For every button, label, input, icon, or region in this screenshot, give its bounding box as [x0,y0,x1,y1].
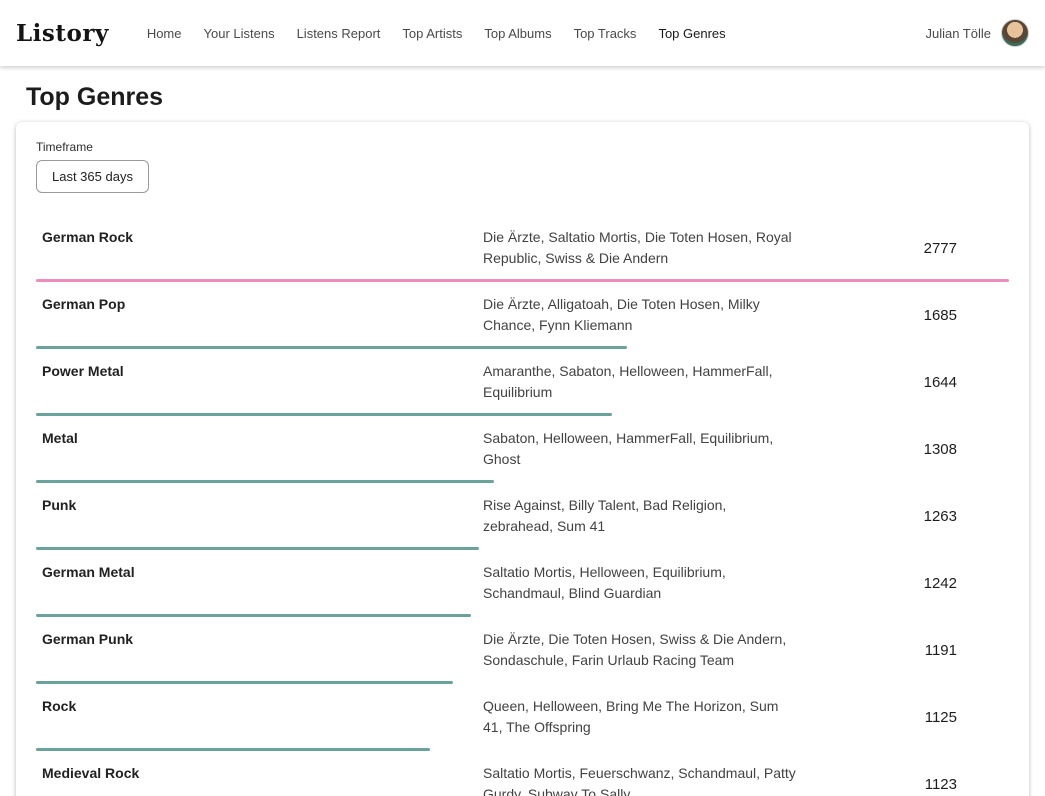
genre-artists: Die Ärzte, Die Toten Hosen, Swiss & Die … [483,629,798,671]
genre-artists: Sabaton, Helloween, HammerFall, Equilibr… [483,428,798,470]
genre-row: MetalSabaton, Helloween, HammerFall, Equ… [36,416,1009,483]
nav-user-area: Julian Tölle [925,19,1029,47]
genre-count: 1263 [798,508,1009,525]
genre-count: 1644 [798,374,1009,391]
genre-name: Power Metal [36,361,483,382]
genre-artists: Saltatio Mortis, Feuerschwanz, Schandmau… [483,763,798,796]
timeframe-select[interactable]: Last 365 days [36,160,149,193]
genre-name: Metal [36,428,483,449]
nav-item-top-artists[interactable]: Top Artists [394,20,470,47]
genre-row: German RockDie Ärzte, Saltatio Mortis, D… [36,215,1009,282]
genre-row: German MetalSaltatio Mortis, Helloween, … [36,550,1009,617]
genre-name: German Rock [36,227,483,248]
genre-artists: Amaranthe, Sabaton, Helloween, HammerFal… [483,361,798,403]
genre-name: Punk [36,495,483,516]
user-name: Julian Tölle [925,26,991,41]
genre-row: PunkRise Against, Billy Talent, Bad Reli… [36,483,1009,550]
genre-table: German RockDie Ärzte, Saltatio Mortis, D… [36,215,1009,796]
genre-name: German Pop [36,294,483,315]
nav-item-home[interactable]: Home [139,20,190,47]
nav-links: HomeYour ListensListens ReportTop Artist… [139,20,740,47]
nav-item-top-genres[interactable]: Top Genres [650,20,733,47]
nav-item-top-albums[interactable]: Top Albums [476,20,559,47]
nav-item-top-tracks[interactable]: Top Tracks [566,20,645,47]
genre-name: Medieval Rock [36,763,483,784]
genre-artists: Die Ärzte, Alligatoah, Die Toten Hosen, … [483,294,798,336]
genre-artists: Saltatio Mortis, Helloween, Equilibrium,… [483,562,798,604]
genre-name: German Punk [36,629,483,650]
genre-count: 2777 [798,240,1009,257]
genre-count: 1123 [798,776,1009,793]
genre-count: 1191 [798,642,1009,659]
genre-name: Rock [36,696,483,717]
genre-count: 1308 [798,441,1009,458]
top-navbar: Listory HomeYour ListensListens ReportTo… [0,0,1045,66]
genre-count: 1125 [798,709,1009,726]
genre-row: German PopDie Ärzte, Alligatoah, Die Tot… [36,282,1009,349]
brand-logo[interactable]: Listory [16,20,109,47]
top-genres-card: Timeframe Last 365 days German RockDie Ä… [16,122,1029,796]
genre-artists: Die Ärzte, Saltatio Mortis, Die Toten Ho… [483,227,798,269]
genre-artists: Rise Against, Billy Talent, Bad Religion… [483,495,798,537]
user-avatar[interactable] [1001,19,1029,47]
genre-count: 1685 [798,307,1009,324]
genre-row: German PunkDie Ärzte, Die Toten Hosen, S… [36,617,1009,684]
genre-row: Medieval RockSaltatio Mortis, Feuerschwa… [36,751,1009,796]
genre-name: German Metal [36,562,483,583]
genre-count: 1242 [798,575,1009,592]
genre-artists: Queen, Helloween, Bring Me The Horizon, … [483,696,798,738]
timeframe-label: Timeframe [36,140,1009,154]
page-title: Top Genres [26,83,1045,112]
genre-row: RockQueen, Helloween, Bring Me The Horiz… [36,684,1009,751]
genre-row: Power MetalAmaranthe, Sabaton, Helloween… [36,349,1009,416]
nav-item-your-listens[interactable]: Your Listens [196,20,283,47]
nav-item-listens-report[interactable]: Listens Report [289,20,389,47]
